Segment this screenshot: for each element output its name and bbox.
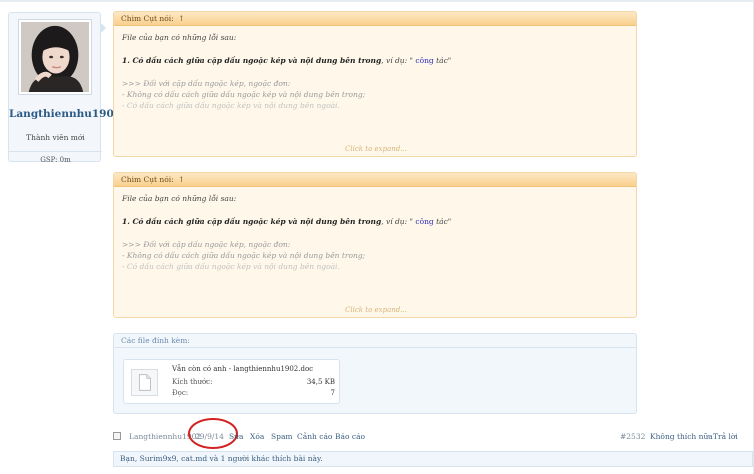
quote-rule: 1. Có dấu cách giữa cặp dấu ngoặc kép và… — [122, 56, 452, 65]
quote-intro: File của bạn có những lỗi sau: — [122, 194, 237, 203]
quote-sub-heading: >>> Đối với cặp dấu ngoặc kép, ngoặc đơn… — [122, 79, 291, 88]
quote-sub-line: - Không có dấu cách giữa dấu ngoặc kép v… — [122, 251, 366, 260]
attachment-name[interactable]: Vẫn còn có anh - langthiennhu1902.doc — [172, 365, 313, 373]
quote-header[interactable]: Chim Cụt nói: ↑ — [114, 12, 636, 26]
warn-link[interactable]: Cảnh cáo — [297, 432, 332, 441]
quote-author: Chim Cụt nói: — [121, 14, 174, 23]
edit-link[interactable]: Sửa — [229, 432, 243, 441]
arrow-up-icon[interactable]: ↑ — [178, 175, 184, 184]
attachments-header: Các file đính kèm: — [114, 334, 636, 348]
quote-body: File của bạn có những lỗi sau: 1. Có dấu… — [114, 26, 636, 111]
delete-link[interactable]: Xóa — [250, 432, 264, 441]
attachment-views: Đọc: 7 — [172, 389, 335, 397]
quote-header[interactable]: Chim Cụt nói: ↑ — [114, 173, 636, 187]
reply-link[interactable]: Trả lời — [713, 432, 738, 441]
post-number[interactable]: #2532 — [620, 432, 645, 441]
quote-sub-heading: >>> Đối với cặp dấu ngoặc kép, ngoặc đơn… — [122, 240, 291, 249]
spam-link[interactable]: Spam — [271, 432, 293, 441]
select-post-checkbox[interactable] — [113, 432, 121, 440]
likes-summary[interactable]: Bạn, Surim9x9, cat.md và 1 người khác th… — [113, 451, 753, 467]
avatar-photo-icon — [21, 22, 89, 92]
document-icon[interactable] — [131, 369, 158, 396]
user-panel-arrow — [100, 22, 106, 34]
quote-block: Chim Cụt nói: ↑ File của bạn có những lỗ… — [113, 172, 637, 318]
quote-sub-line: - Có dấu cách giữa dấu ngoặc kép và nội … — [122, 262, 340, 271]
avatar[interactable] — [18, 19, 92, 95]
user-stat: GSP: 0m — [9, 151, 102, 164]
attachment-size: Kích thước: 34,5 KB — [172, 378, 335, 386]
username[interactable]: Langthiennhu1902 — [9, 108, 121, 120]
attachment-card[interactable]: Vẫn còn có anh - langthiennhu1902.doc Kí… — [123, 359, 340, 404]
user-title: Thành viên mới — [26, 133, 85, 142]
attachments-panel: Các file đính kèm: Vẫn còn có anh - lang… — [113, 333, 637, 414]
post-footer: Langthiennhu1902 29/9/14 Sửa Xóa Spam Cả… — [113, 418, 753, 449]
rule-example: công — [413, 217, 434, 226]
click-to-expand[interactable]: Click to expand... — [114, 145, 636, 153]
top-divider — [0, 0, 754, 2]
quote-intro: File của bạn có những lỗi sau: — [122, 33, 237, 42]
quote-sub-line: - Có dấu cách giữa dấu ngoặc kép và nội … — [122, 101, 340, 110]
rule-example: công — [413, 56, 434, 65]
quote-rule: 1. Có dấu cách giữa cặp dấu ngoặc kép và… — [122, 217, 452, 226]
quote-block: Chim Cụt nói: ↑ File của bạn có những lỗ… — [113, 11, 637, 157]
report-link[interactable]: Báo cáo — [335, 432, 365, 441]
quote-author: Chim Cụt nói: — [121, 175, 174, 184]
user-panel: Langthiennhu1902 Thành viên mới GSP: 0m — [8, 12, 121, 164]
unlike-link[interactable]: Không thích nữa — [650, 432, 713, 441]
click-to-expand[interactable]: Click to expand... — [114, 306, 636, 314]
quote-sub-line: - Không có dấu cách giữa dấu ngoặc kép v… — [122, 90, 366, 99]
quote-body: File của bạn có những lỗi sau: 1. Có dấu… — [114, 187, 636, 272]
arrow-up-icon[interactable]: ↑ — [178, 14, 184, 23]
